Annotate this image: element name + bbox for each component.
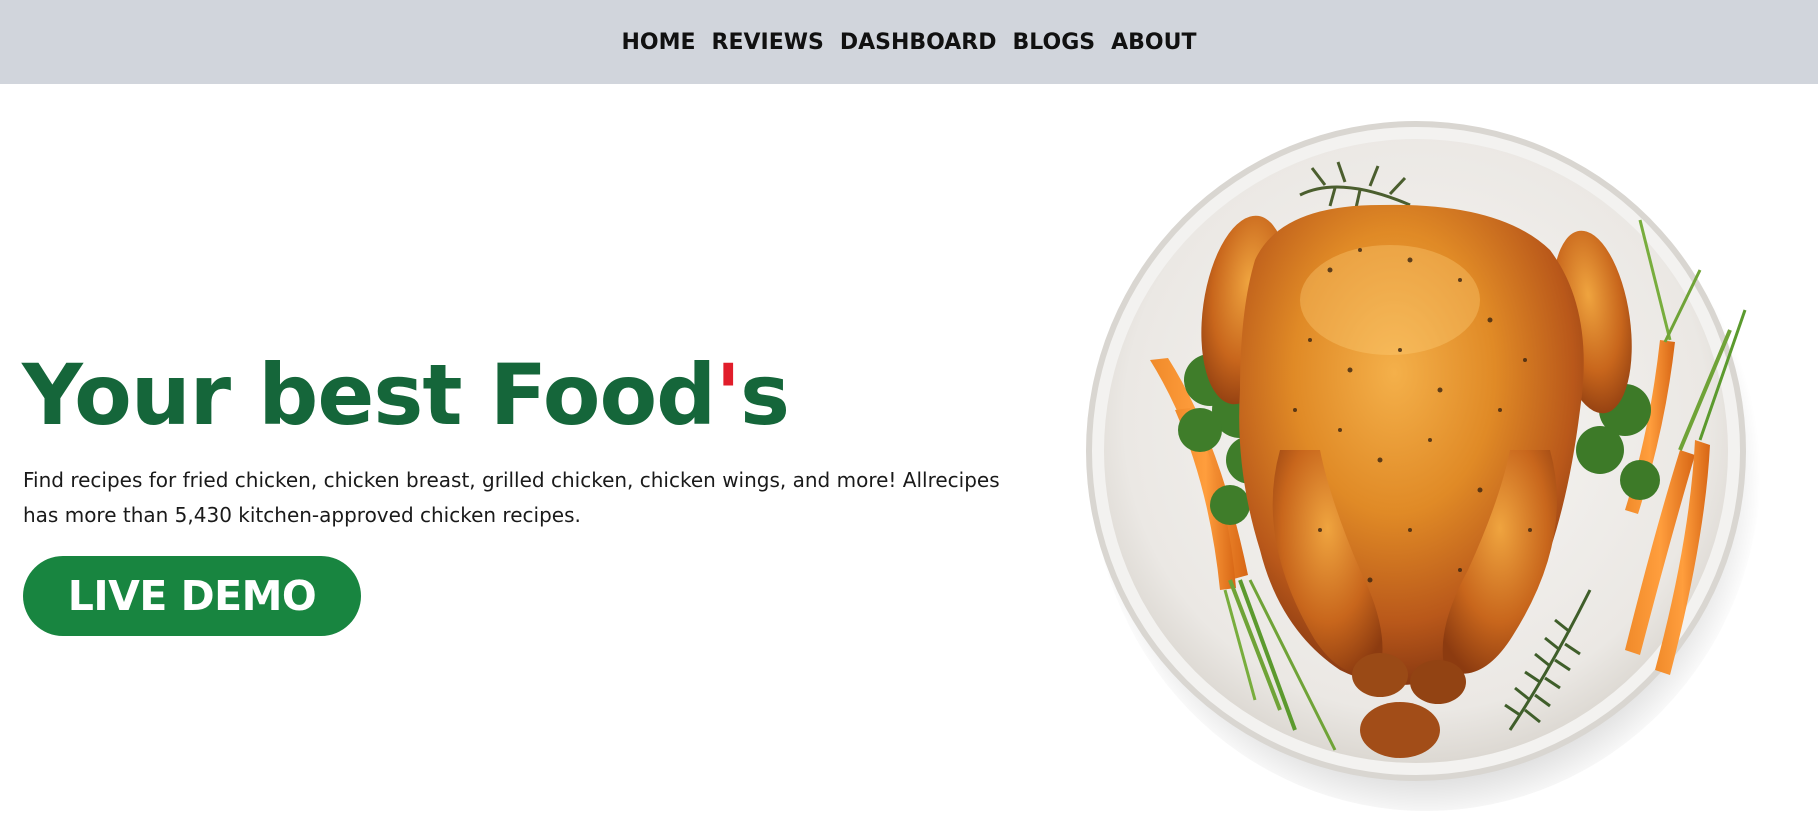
hero-title-apostrophe: '	[715, 346, 741, 444]
hero-title: Your best Food's	[22, 345, 790, 445]
nav-dashboard-link[interactable]: DASHBOARD	[840, 30, 997, 55]
right-leg-tip	[1410, 660, 1466, 704]
nav-home-link[interactable]: HOME	[621, 30, 695, 55]
top-nav: HOME REVIEWS DASHBOARD BLOGS ABOUT	[0, 0, 1818, 84]
roast-chicken-image	[1080, 110, 1780, 832]
breast-highlight	[1300, 245, 1480, 355]
live-demo-button[interactable]: LIVE DEMO	[23, 556, 361, 636]
nav-reviews-link[interactable]: REVIEWS	[712, 30, 824, 55]
roast-chicken-illustration	[1086, 121, 1761, 811]
tail-end	[1360, 702, 1440, 758]
nav-about-link[interactable]: ABOUT	[1111, 30, 1196, 55]
nav-blogs-link[interactable]: BLOGS	[1013, 30, 1096, 55]
hero-description: Find recipes for fried chicken, chicken …	[23, 468, 1000, 527]
hero-title-main: Your best Food	[22, 346, 716, 444]
left-leg-tip	[1352, 653, 1408, 697]
hero-title-suffix: s	[740, 346, 790, 444]
